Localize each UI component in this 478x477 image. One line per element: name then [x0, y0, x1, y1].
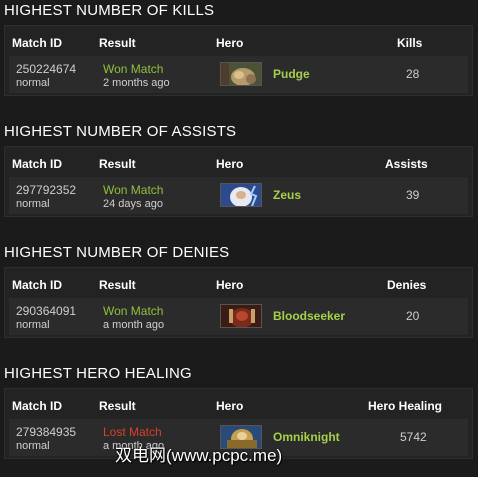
match-id-link[interactable]: 279384935 — [16, 425, 76, 439]
match-id-link[interactable]: 250224674 — [16, 62, 76, 76]
stat-header: Assists — [385, 157, 428, 171]
result-status: Won Match — [103, 304, 164, 318]
result-status: Won Match — [103, 183, 164, 197]
hero-name-link[interactable]: Zeus — [273, 188, 301, 202]
bloodseeker-portrait-icon[interactable] — [220, 304, 262, 328]
game-mode: normal — [16, 77, 50, 89]
result-cell: Won Match 2 months ago — [103, 62, 170, 90]
section-title: HIGHEST NUMBER OF ASSISTS — [4, 123, 237, 140]
match-id-cell: 290364091 normal — [16, 304, 76, 332]
hero-header: Hero — [216, 399, 244, 413]
hero-header: Hero — [216, 278, 244, 292]
time-ago: a month ago — [103, 319, 165, 331]
hero-name-link[interactable]: Pudge — [273, 67, 310, 81]
hero-name-link[interactable]: Omniknight — [273, 430, 340, 444]
result-cell: Won Match a month ago — [103, 304, 164, 332]
assists-table: Match ID Result Hero Assists 297792352 n… — [4, 146, 473, 217]
stat-value: 39 — [406, 188, 420, 202]
match-id-header: Match ID — [12, 157, 63, 171]
result-header: Result — [99, 157, 136, 171]
stat-header: Hero Healing — [368, 399, 443, 413]
game-mode: normal — [16, 198, 50, 210]
time-ago: 24 days ago — [103, 198, 163, 210]
hero-header: Hero — [216, 157, 244, 171]
stat-value: 20 — [406, 309, 420, 323]
match-id-cell: 297792352 normal — [16, 183, 76, 211]
pudge-portrait-icon[interactable] — [220, 62, 262, 86]
result-header: Result — [99, 278, 136, 292]
kills-table: Match ID Result Hero Kills 250224674 nor… — [4, 25, 473, 96]
table-row[interactable]: 250224674 normal Won Match 2 months ago … — [9, 56, 468, 93]
zeus-portrait-icon[interactable] — [220, 183, 262, 207]
game-mode: normal — [16, 440, 50, 452]
match-id-link[interactable]: 290364091 — [16, 304, 76, 318]
denies-table: Denies Match ID Result Hero 290364091 no… — [4, 267, 473, 338]
table-row[interactable]: 297792352 normal Won Match 24 days ago Z… — [9, 177, 468, 214]
section-title: HIGHEST NUMBER OF KILLS — [4, 2, 215, 19]
stat-value: 5742 — [400, 430, 427, 444]
section-title: HIGHEST NUMBER OF DENIES — [4, 244, 230, 261]
match-id-header: Match ID — [12, 399, 63, 413]
stat-value: 28 — [406, 67, 420, 81]
watermark: 双电网(www.pcpc.me) — [115, 446, 283, 465]
result-header: Result — [99, 36, 136, 50]
match-id-cell: 250224674 normal — [16, 62, 76, 90]
hero-header: Hero — [216, 36, 244, 50]
match-id-header: Match ID — [12, 278, 63, 292]
match-id-link[interactable]: 297792352 — [16, 183, 76, 197]
table-row[interactable]: 290364091 normal Won Match a month ago B… — [9, 298, 468, 335]
result-status: Won Match — [103, 62, 164, 76]
stat-header: Kills — [397, 36, 423, 50]
result-header: Result — [99, 399, 136, 413]
game-mode: normal — [16, 319, 50, 331]
result-cell: Won Match 24 days ago — [103, 183, 163, 211]
section-title: HIGHEST HERO HEALING — [4, 365, 192, 382]
time-ago: 2 months ago — [103, 77, 170, 89]
hero-name-link[interactable]: Bloodseeker — [273, 309, 345, 323]
match-id-cell: 279384935 normal — [16, 425, 76, 453]
stat-header: Denies — [387, 278, 427, 292]
result-status: Lost Match — [103, 425, 162, 439]
match-id-header: Match ID — [12, 36, 63, 50]
